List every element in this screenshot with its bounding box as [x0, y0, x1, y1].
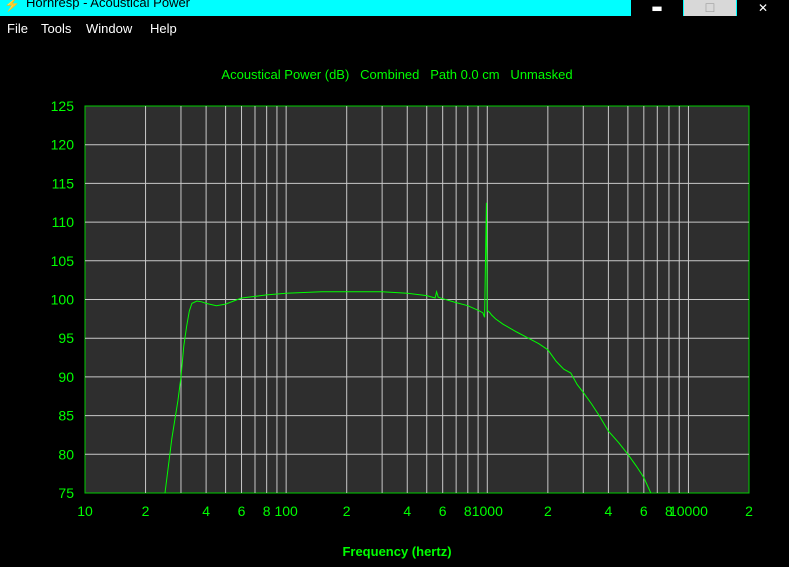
- x-tick-label: 4: [605, 503, 613, 519]
- x-tick-label: 10000: [669, 503, 708, 519]
- y-tick-label: 115: [52, 175, 75, 191]
- x-tick-label: 1000: [472, 503, 503, 519]
- x-axis: 10 2 4 6 8 100 2 4 6 8 1000 2 4 6 810000 2: [77, 503, 753, 519]
- y-tick-label: 80: [58, 446, 74, 462]
- y-tick-label: 85: [58, 408, 74, 424]
- y-tick-label: 110: [52, 214, 75, 230]
- x-tick-label: 2: [142, 503, 150, 519]
- x-tick-label: 8: [263, 503, 271, 519]
- x-tick-label: 8: [464, 503, 472, 519]
- x-tick-label: 6: [439, 503, 447, 519]
- x-tick-label: 2: [343, 503, 351, 519]
- x-tick-label: 6: [238, 503, 246, 519]
- y-tick-label: 90: [58, 369, 74, 385]
- y-tick-label: 75: [58, 485, 74, 501]
- y-tick-label: 95: [58, 330, 74, 346]
- y-axis: 125 120 115 110 105 100 95 90 85 80 75: [51, 98, 75, 501]
- x-tick-label: 2: [544, 503, 552, 519]
- y-tick-label: 105: [51, 253, 75, 269]
- y-tick-label: 100: [51, 292, 75, 308]
- y-tick-label: 125: [51, 98, 75, 114]
- x-axis-label: Frequency (hertz): [342, 544, 451, 559]
- x-tick-label: 10: [77, 503, 93, 519]
- y-tick-label: 120: [51, 137, 75, 153]
- chart-title: Acoustical Power (dB) Combined Path 0.0 …: [221, 67, 572, 82]
- x-tick-label: 100: [274, 503, 298, 519]
- x-tick-label: 4: [403, 503, 411, 519]
- x-tick-label: 4: [202, 503, 210, 519]
- x-tick-label: 2: [745, 503, 753, 519]
- x-tick-label: 6: [640, 503, 648, 519]
- chart: Acoustical Power (dB) Combined Path 0.0 …: [51, 67, 753, 559]
